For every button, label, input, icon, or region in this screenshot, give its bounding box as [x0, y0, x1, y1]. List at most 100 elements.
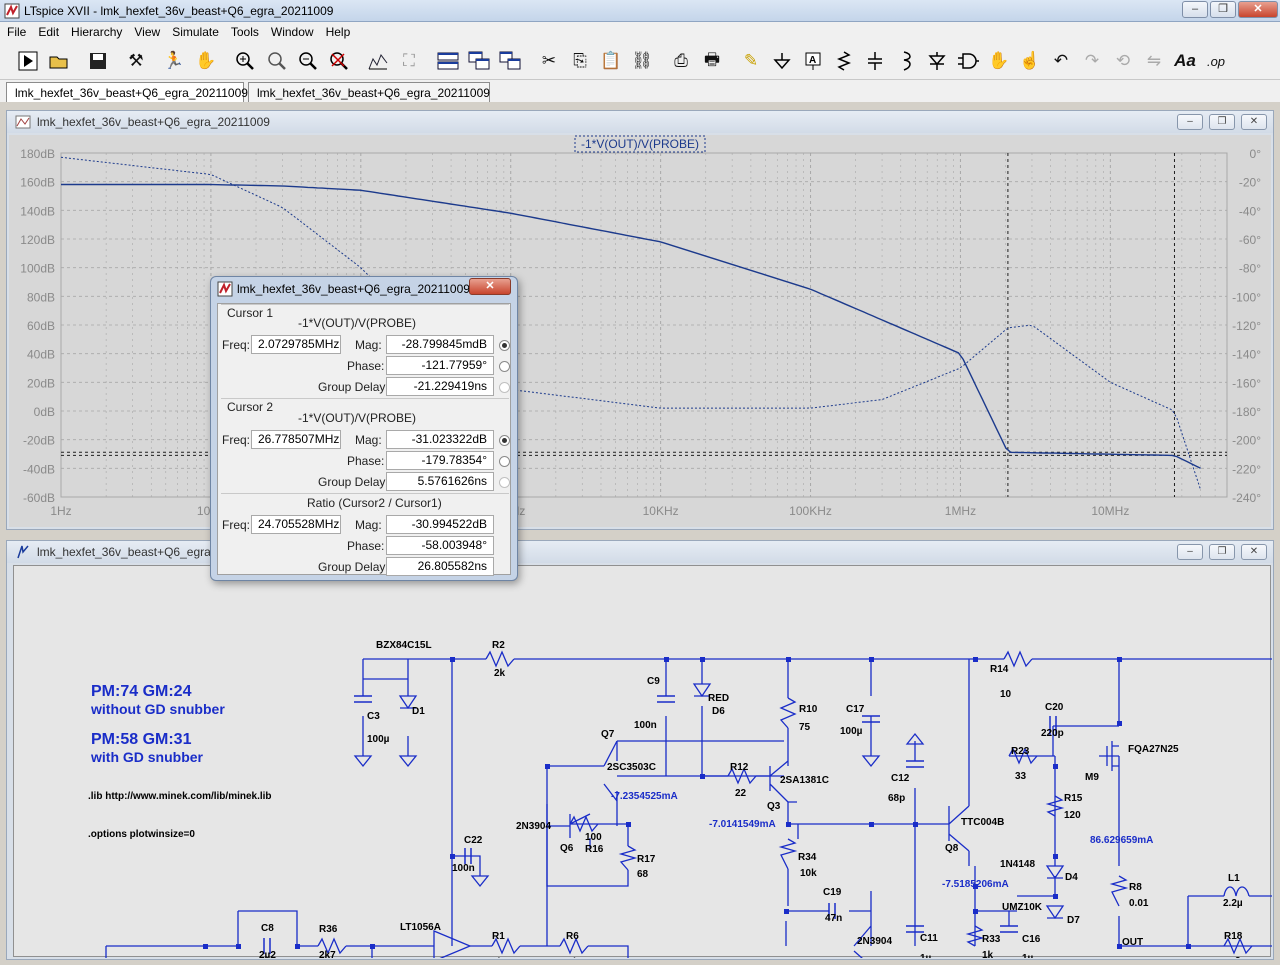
- menu-help[interactable]: Help: [320, 25, 357, 39]
- schematic-maximize-button[interactable]: ❐: [1209, 544, 1235, 560]
- plot-area[interactable]: 180dB 160dB 140dB 120dB 100dB 80dB 60dB 40dB 20d…: [9, 135, 1271, 527]
- menu-simulate[interactable]: Simulate: [166, 25, 225, 39]
- control-panel-icon[interactable]: ⚒: [124, 49, 148, 73]
- note-pm1[interactable]: PM:74 GM:24: [91, 683, 192, 700]
- resistor-icon[interactable]: [832, 49, 856, 73]
- minimize-button[interactable]: –: [1182, 1, 1208, 18]
- text-icon[interactable]: Aa: [1173, 49, 1197, 73]
- spice-lib-directive[interactable]: .lib http://www.minek.com/lib/minek.lib: [88, 791, 272, 802]
- save-icon[interactable]: [86, 49, 110, 73]
- cursor2-mag-label: Mag:: [355, 433, 382, 447]
- ratio-group-delay-field[interactable]: 26.805582ns: [386, 557, 494, 576]
- draw-wire-icon[interactable]: ✎: [739, 49, 763, 73]
- cursor1-group-delay-field[interactable]: -21.229419ns: [386, 377, 494, 396]
- menu-file[interactable]: File: [0, 25, 32, 39]
- copy-icon[interactable]: ⎘: [568, 49, 592, 73]
- y-left-tick-label: 140dB: [20, 204, 55, 218]
- ratio-freq-field[interactable]: 24.705528MHz: [251, 515, 341, 534]
- drag-icon[interactable]: ☝: [1018, 49, 1042, 73]
- bode-plot[interactable]: 180dB 160dB 140dB 120dB 100dB 80dB 60dB 40dB 20d…: [9, 135, 1273, 529]
- zoom-area-icon[interactable]: [265, 49, 289, 73]
- cursor1-mag-field[interactable]: -28.799845mdB: [386, 335, 494, 354]
- spice-directive-icon[interactable]: .op: [1204, 49, 1228, 73]
- capacitor-icon[interactable]: [863, 49, 887, 73]
- print-setup-icon[interactable]: 🖶: [700, 49, 724, 73]
- x-tick-label: 10MHz: [1091, 504, 1129, 518]
- label-q1-type: 2N3904: [857, 936, 892, 947]
- paste-icon[interactable]: 📋: [599, 49, 623, 73]
- tile-horizontal-icon[interactable]: [436, 49, 460, 73]
- run-icon[interactable]: [16, 49, 40, 73]
- zoom-cancel-icon[interactable]: [327, 49, 351, 73]
- ratio-mag-field[interactable]: -30.994522dB: [386, 515, 494, 534]
- fit-icon[interactable]: ⛶: [397, 49, 421, 73]
- rotate-icon[interactable]: ⟲: [1111, 49, 1135, 73]
- diode-icon[interactable]: [925, 49, 949, 73]
- y-left-tick-label: 40dB: [27, 348, 55, 362]
- y-right-tick-label: -160°: [1232, 376, 1261, 390]
- print-icon[interactable]: ⎙: [669, 49, 693, 73]
- schematic-drawing[interactable]: PM:74 GM:24 without GD snubber PM:58 GM:…: [14, 566, 1272, 965]
- halt-icon[interactable]: 🏃: [162, 49, 186, 73]
- y-left-tick-label: 20dB: [27, 376, 55, 390]
- redo-icon[interactable]: ↷: [1080, 49, 1104, 73]
- cursor1-group: Cursor 1 -1*V(OUT)/V(PROBE) Freq: 2.0729…: [221, 304, 510, 398]
- find-icon[interactable]: ⛓: [630, 49, 654, 73]
- y-right-tick-label: -240°: [1232, 491, 1261, 505]
- cascade-icon[interactable]: [467, 49, 491, 73]
- cursor2-mag-field[interactable]: -31.023322dB: [386, 430, 494, 449]
- zoom-out-icon[interactable]: [296, 49, 320, 73]
- cursor2-group-delay-radio[interactable]: [499, 477, 510, 488]
- ratio-phase-field[interactable]: -58.003948°: [386, 536, 494, 555]
- plot-minimize-button[interactable]: –: [1177, 114, 1203, 130]
- label-c9: C9: [647, 676, 660, 687]
- menu-tools[interactable]: Tools: [225, 25, 265, 39]
- tile-vertical-icon[interactable]: [498, 49, 522, 73]
- cursor2-phase-field[interactable]: -179.78354°: [386, 451, 494, 470]
- cursor1-group-delay-radio[interactable]: [499, 382, 510, 393]
- mirror-icon[interactable]: ⇋: [1142, 49, 1166, 73]
- schematic-minimize-button[interactable]: –: [1177, 544, 1203, 560]
- undo-icon[interactable]: ↶: [1049, 49, 1073, 73]
- cursor2-phase-radio[interactable]: [499, 456, 510, 467]
- menu-edit[interactable]: Edit: [32, 25, 65, 39]
- x-tick-label: 100KHz: [789, 504, 832, 518]
- tab-waveform[interactable]: lmk_hexfet_36v_beast+Q6_egra_20211009: [6, 82, 248, 102]
- autoscale-icon[interactable]: [366, 49, 390, 73]
- move-icon[interactable]: ✋: [987, 49, 1011, 73]
- cursor1-phase-radio[interactable]: [499, 361, 510, 372]
- plot-close-button[interactable]: ✕: [1241, 114, 1267, 130]
- label-net-icon[interactable]: A: [801, 49, 825, 73]
- menu-view[interactable]: View: [128, 25, 166, 39]
- menu-window[interactable]: Window: [265, 25, 320, 39]
- component-icon[interactable]: [956, 49, 980, 73]
- cursor2-mag-radio[interactable]: [499, 435, 510, 446]
- inductor-icon[interactable]: [894, 49, 918, 73]
- cursor1-freq-field[interactable]: 2.0729785MHz: [251, 335, 341, 354]
- current-q8: -7.5185206mA: [942, 879, 1009, 890]
- plot-maximize-button[interactable]: ❐: [1209, 114, 1235, 130]
- cursor1-phase-field[interactable]: -121.77959°: [386, 356, 494, 375]
- maximize-button[interactable]: ❐: [1210, 1, 1236, 18]
- menu-hierarchy[interactable]: Hierarchy: [65, 25, 128, 39]
- tab-schematic-label: lmk_hexfet_36v_beast+Q6_egra_20211009: [257, 85, 490, 100]
- note-pm2[interactable]: PM:58 GM:31: [91, 731, 192, 748]
- spice-options-directive[interactable]: .options plotwinsize=0: [88, 829, 195, 840]
- cut-icon[interactable]: ✂: [537, 49, 561, 73]
- note-pm2-sub[interactable]: with GD snubber: [90, 749, 204, 765]
- zoom-in-icon[interactable]: [233, 49, 257, 73]
- cursor-dialog-close-button[interactable]: ✕: [469, 278, 511, 295]
- note-pm1-sub[interactable]: without GD snubber: [90, 701, 225, 717]
- schematic-canvas[interactable]: PM:74 GM:24 without GD snubber PM:58 GM:…: [13, 565, 1272, 965]
- cursor1-mag-radio[interactable]: [499, 340, 510, 351]
- close-button[interactable]: ✕: [1238, 1, 1278, 18]
- schematic-close-button[interactable]: ✕: [1241, 544, 1267, 560]
- trace-label[interactable]: -1*V(OUT)/V(PROBE): [581, 137, 699, 151]
- label-c3-value: 100µ: [367, 734, 390, 745]
- open-icon[interactable]: [47, 49, 71, 73]
- tab-schematic[interactable]: lmk_hexfet_36v_beast+Q6_egra_20211009: [248, 82, 490, 102]
- ground-icon[interactable]: [770, 49, 794, 73]
- pan-icon[interactable]: ✋: [194, 49, 218, 73]
- cursor2-freq-field[interactable]: 26.778507MHz: [251, 430, 341, 449]
- cursor2-group-delay-field[interactable]: 5.5761626ns: [386, 472, 494, 491]
